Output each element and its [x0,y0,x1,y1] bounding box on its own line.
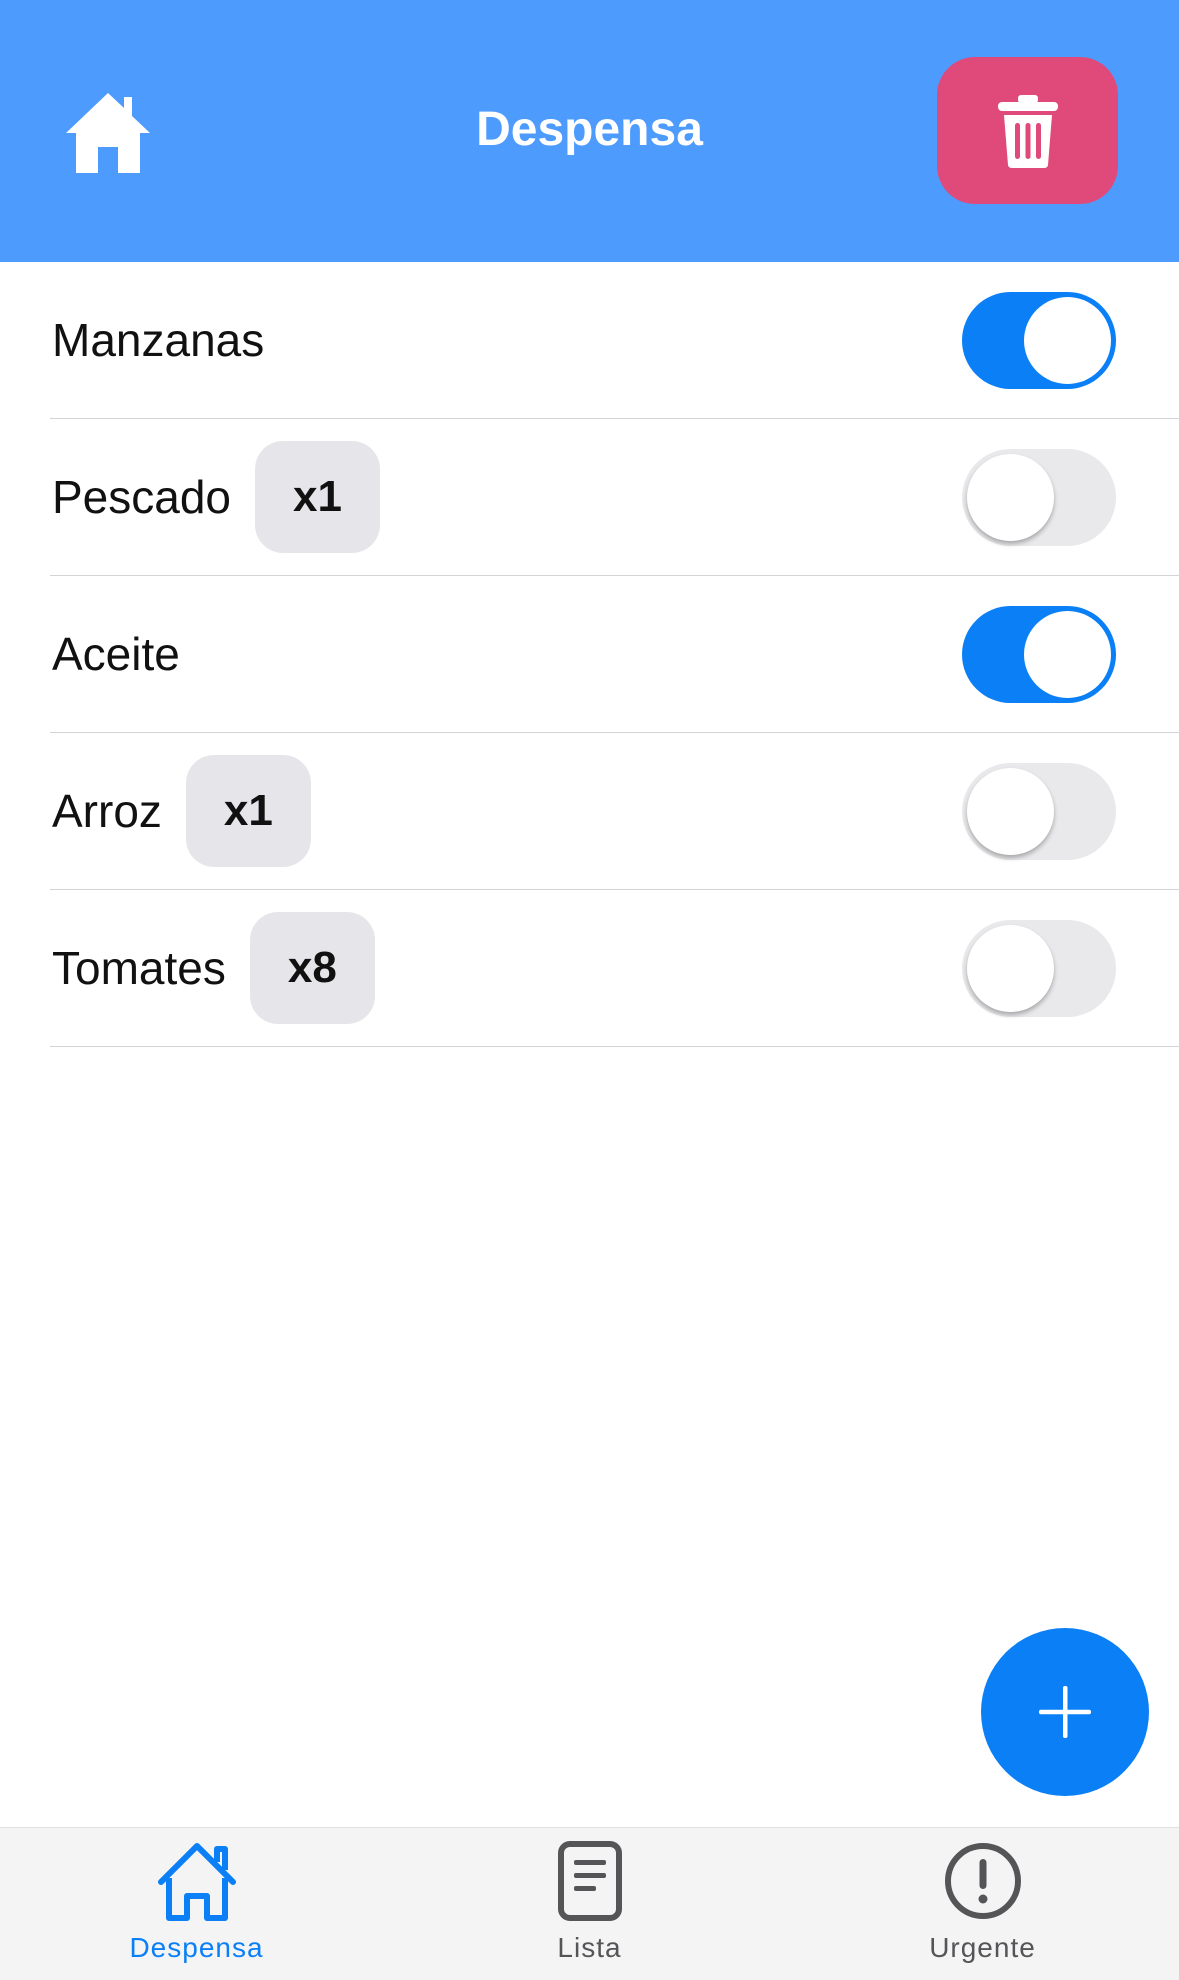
delete-button[interactable] [937,57,1118,204]
list-item: Aceite [50,576,1179,733]
item-name: Pescado [52,471,232,523]
tab-label: Lista [557,1932,622,1963]
toggle-knob [1024,297,1111,384]
item-toggle[interactable] [962,606,1116,703]
tab-lista[interactable]: Lista [393,1828,786,1980]
tab-label: Despensa [129,1932,264,1963]
list-item: Manzanas [50,262,1179,419]
list-item: Tomates x8 [50,890,1179,1047]
tab-despensa[interactable]: Despensa [0,1828,393,1980]
tab-label: Urgente [929,1932,1036,1963]
quantity-badge: x1 [255,441,380,553]
toggle-knob [967,768,1054,855]
tab-urgente[interactable]: Urgente [786,1828,1179,1980]
item-name: Tomates [52,942,226,994]
quantity-badge: x1 [185,755,311,867]
app-header: Despensa [0,0,1179,262]
trash-icon [997,94,1058,168]
pantry-screen: Despensa Manzanas Pescado x1 Aceite Arro… [0,0,1179,1980]
list-item: Pescado x1 [50,419,1179,576]
item-name: Manzanas [52,314,265,366]
quantity-badge: x8 [249,912,375,1024]
tab-bar: Despensa Lista Urgente [0,1827,1179,1980]
item-name: Aceite [52,628,180,680]
toggle-knob [967,454,1054,541]
add-item-button[interactable] [981,1628,1149,1796]
toggle-knob [967,925,1054,1012]
document-icon [557,1841,622,1921]
plus-icon [1039,1686,1091,1738]
alert-circle-icon [944,1843,1021,1919]
home-icon [157,1843,236,1921]
pantry-list: Manzanas Pescado x1 Aceite Arroz x1 Toma… [0,262,1179,1047]
item-toggle[interactable] [962,292,1116,389]
item-toggle[interactable] [962,449,1116,546]
toggle-knob [1024,611,1111,698]
item-toggle[interactable] [962,763,1116,860]
item-name: Arroz [52,785,162,837]
item-toggle[interactable] [962,920,1116,1017]
list-item: Arroz x1 [50,733,1179,890]
